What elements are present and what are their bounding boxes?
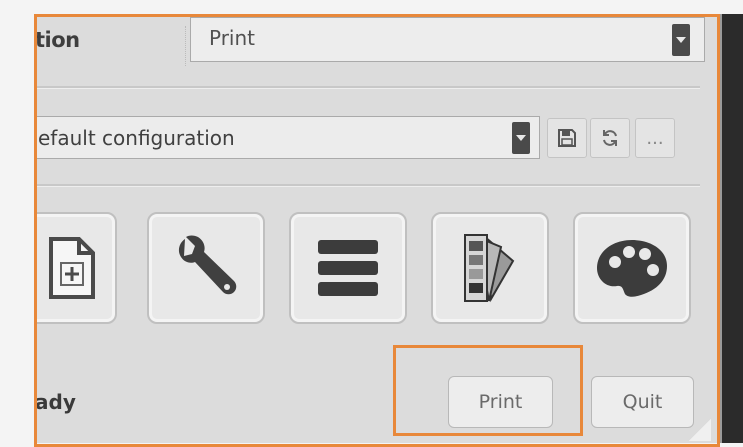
list-icon (318, 240, 378, 296)
quit-button[interactable]: Quit (591, 376, 694, 428)
chevron-down-icon[interactable] (672, 24, 690, 56)
settings-button[interactable] (147, 212, 265, 324)
divider (35, 86, 700, 89)
action-select-value: Print (209, 26, 256, 50)
action-select[interactable]: Print (190, 17, 705, 62)
separator (185, 26, 188, 66)
more-icon[interactable]: ... (635, 118, 675, 158)
status-text: ady (35, 390, 76, 414)
window-edge (719, 14, 743, 443)
save-icon[interactable] (547, 118, 587, 158)
configuration-select[interactable]: efault configuration (35, 116, 540, 159)
resize-grip-icon[interactable] (689, 419, 711, 441)
list-button[interactable] (289, 212, 407, 324)
new-document-button[interactable] (35, 212, 117, 324)
colors-button[interactable] (431, 212, 549, 324)
dialog-window: tion Print efault configuration ... ady … (35, 14, 719, 443)
chevron-down-icon[interactable] (512, 122, 530, 154)
quit-button-label: Quit (622, 391, 663, 413)
more-label: ... (646, 127, 664, 149)
palette-button[interactable] (573, 212, 691, 324)
color-swatch-icon (464, 234, 515, 303)
print-button-label: Print (478, 391, 523, 413)
refresh-icon[interactable] (590, 118, 630, 158)
new-document-icon (49, 237, 95, 299)
palette-icon (597, 240, 667, 297)
divider (35, 184, 700, 187)
wrench-icon (178, 235, 237, 295)
action-label: tion (35, 28, 80, 52)
configuration-select-value: efault configuration (38, 126, 235, 150)
print-button[interactable]: Print (448, 376, 553, 428)
